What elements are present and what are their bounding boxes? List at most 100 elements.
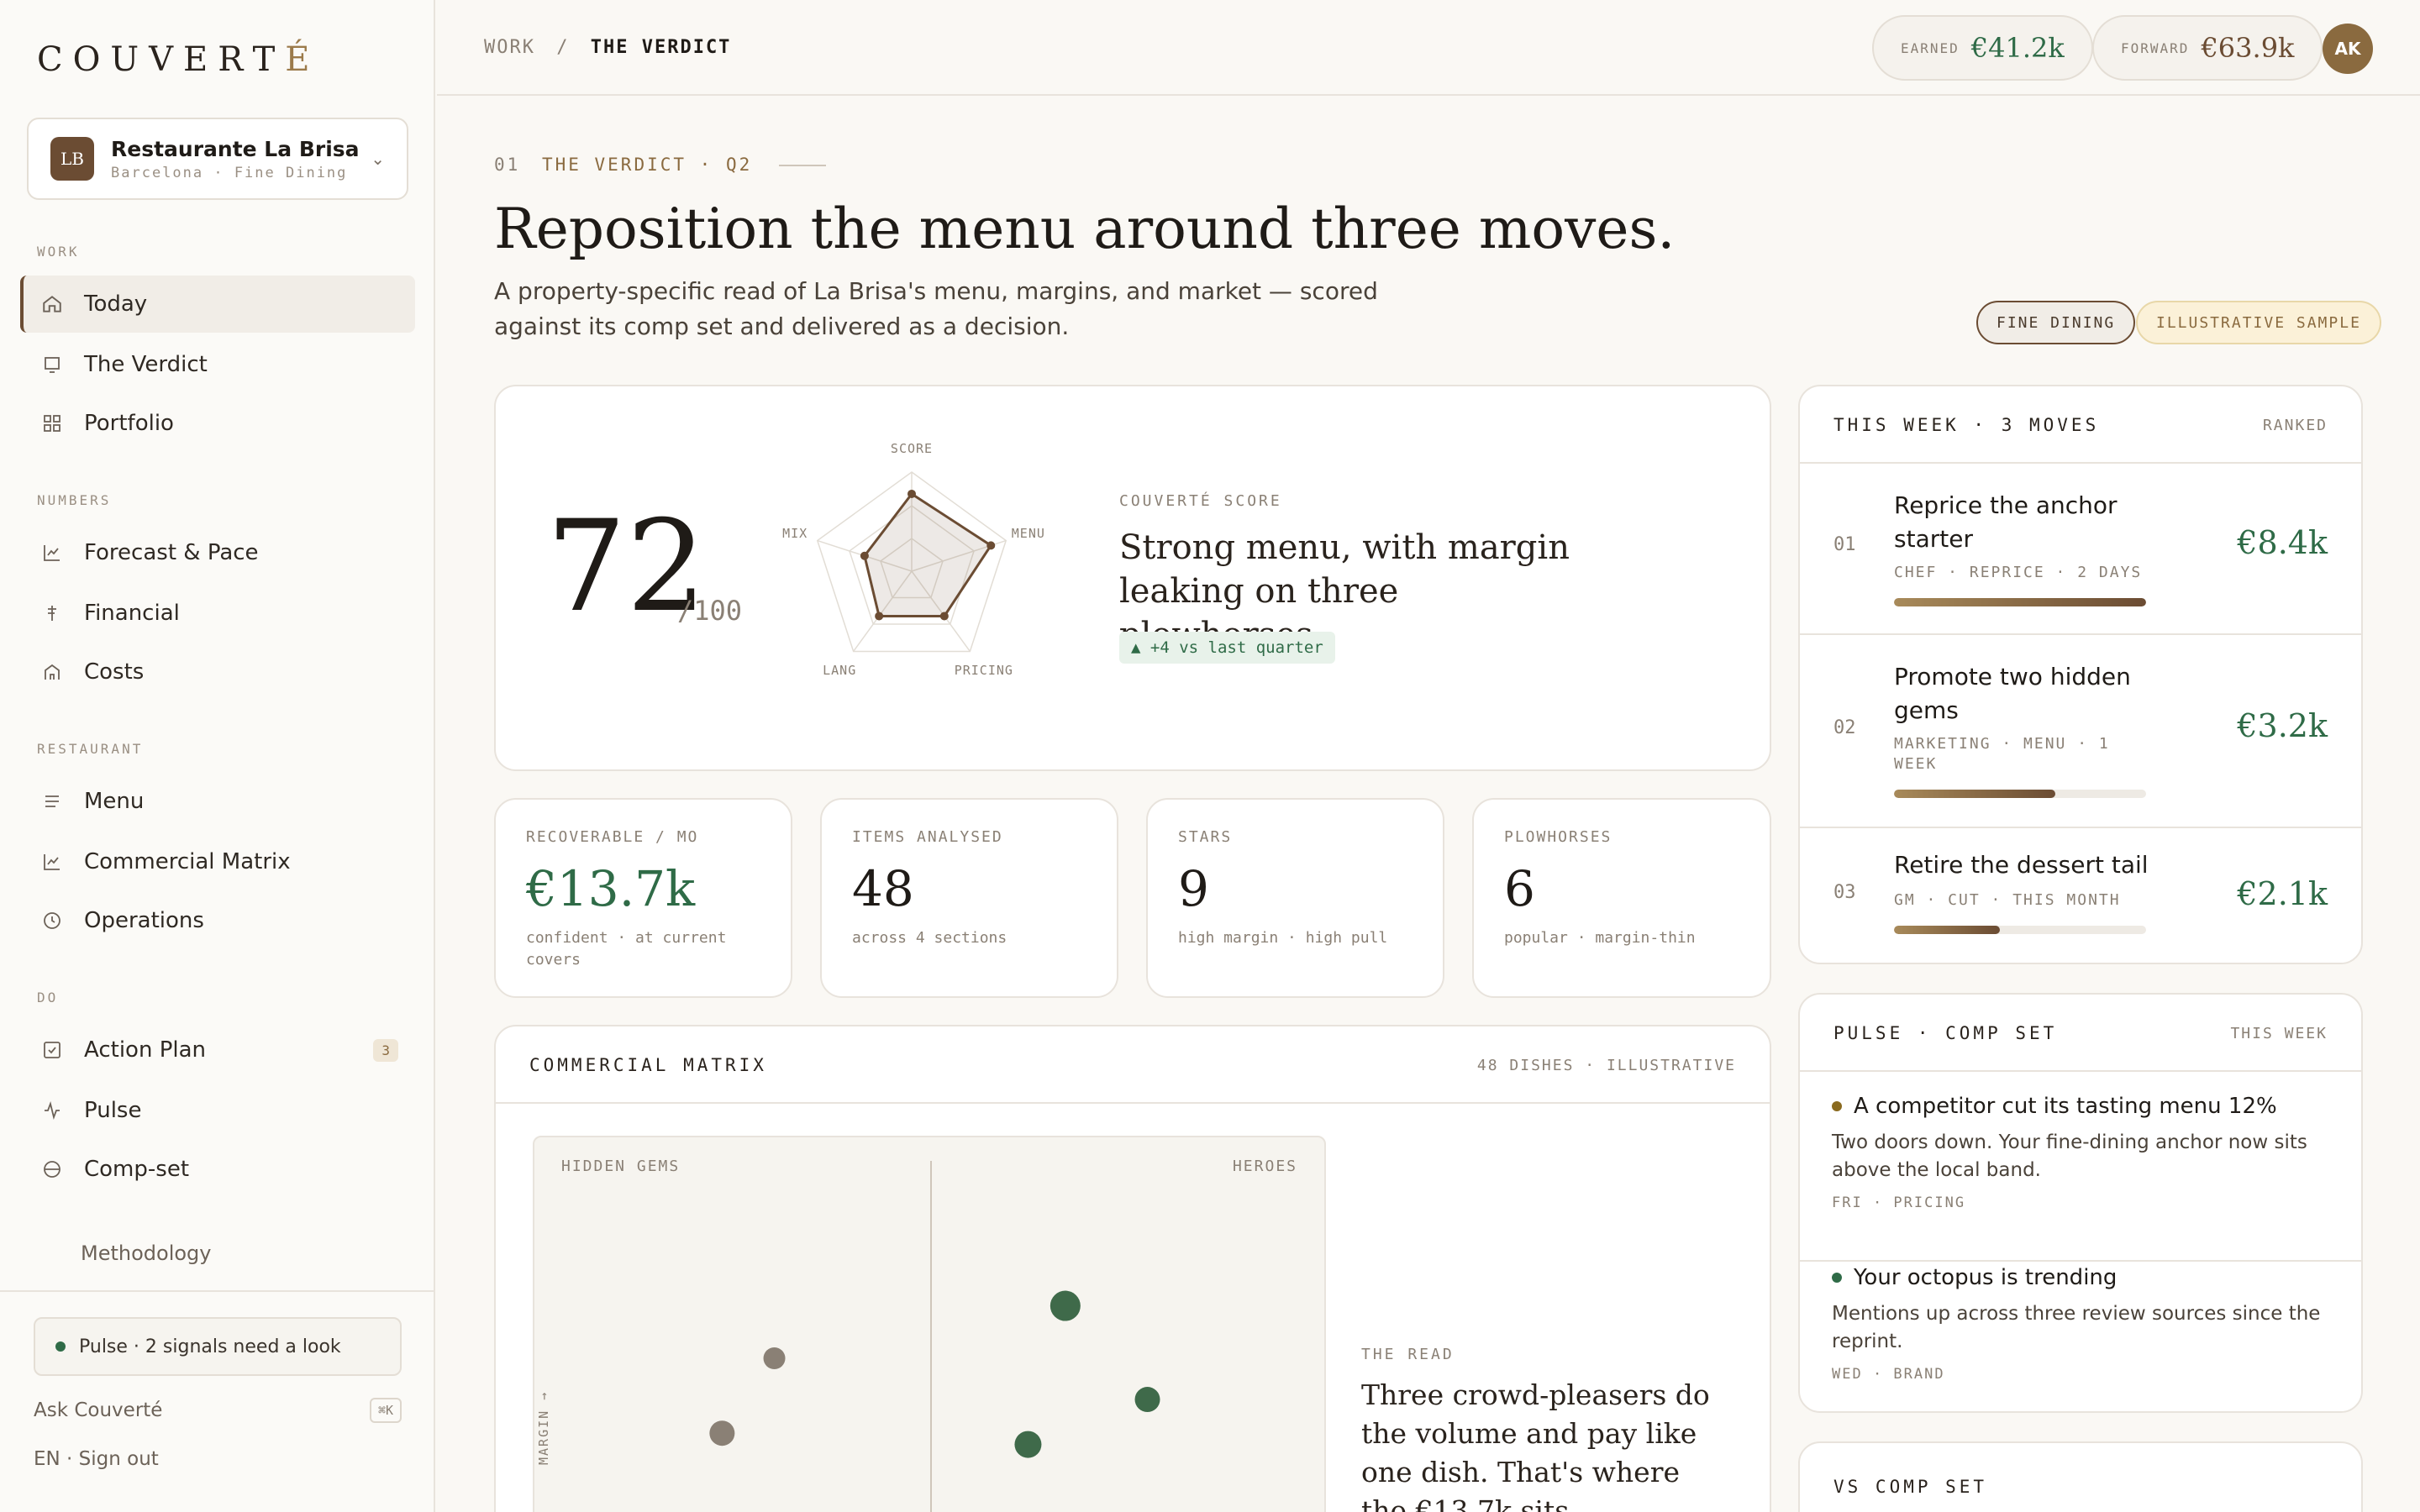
forward-value: €63.9k: [2201, 32, 2295, 64]
sidebar-item-label: Action Plan: [84, 1037, 207, 1063]
pulse-item[interactable]: A competitor cut its tasting menu 12% Tw…: [1800, 1094, 2361, 1262]
stat-subtitle: popular · margin-thin: [1504, 929, 1696, 947]
sidebar-item-label: The Verdict: [84, 352, 208, 377]
nav-section-numbers: NUMBERS: [37, 492, 112, 508]
sidebar-item-comp-set[interactable]: Comp-set: [20, 1141, 415, 1198]
eyebrow-number: 01: [494, 155, 521, 175]
forward-label: FORWARD: [2121, 39, 2190, 56]
sidebar-item-label: Portfolio: [84, 411, 174, 436]
matrix-title: COMMERCIAL MATRIX: [529, 1055, 767, 1075]
commercial-matrix-card: COMMERCIAL MATRIX 48 DISHES · ILLUSTRATI…: [494, 1025, 1771, 1512]
eyebrow-rule: [778, 165, 826, 166]
line-chart-icon: [40, 541, 64, 564]
sidebar-item-commercial-matrix[interactable]: Commercial Matrix: [20, 833, 415, 890]
currency-icon: [40, 601, 64, 625]
matrix-point-heroes-3[interactable]: [1014, 1431, 1042, 1458]
score-label: COUVERTÉ SCORE: [1119, 492, 1282, 510]
stat-label: ITEMS ANALYSED: [852, 828, 1003, 846]
sidebar-item-portfolio[interactable]: Portfolio: [20, 395, 415, 452]
ask-couverte[interactable]: Ask Couverté ⌘K: [34, 1398, 402, 1423]
sidebar-item-label: Financial: [84, 601, 180, 626]
pulse-alert[interactable]: Pulse · 2 signals need a look: [34, 1317, 402, 1376]
action-plan-badge: 3: [373, 1038, 398, 1062]
user-avatar[interactable]: AK: [2323, 24, 2373, 74]
earned-pill[interactable]: EARNED €41.2k: [1872, 15, 2093, 81]
matrix-point-heroes-2[interactable]: [1134, 1387, 1160, 1413]
move-progress-fill: [1894, 598, 2146, 606]
sidebar-item-operations[interactable]: Operations: [20, 892, 415, 949]
sidebar-item-menu[interactable]: Menu: [20, 773, 415, 830]
page-lede: A property-specific read of La Brisa's m…: [494, 277, 1378, 340]
pulse-item[interactable]: Your octopus is trending Mentions up acr…: [1800, 1265, 2361, 1408]
sidebar-item-methodology[interactable]: Methodology: [81, 1242, 211, 1265]
move-value: €2.1k: [2237, 875, 2328, 912]
sidebar-item-today[interactable]: Today: [20, 276, 415, 333]
breadcrumb-parent[interactable]: WORK: [484, 37, 535, 58]
pulse-item-heading: Your octopus is trending: [1832, 1265, 2329, 1290]
y-axis-label: MARGIN →: [536, 1390, 551, 1465]
restaurant-name: Restaurante La Brisa: [111, 136, 360, 161]
stat-card-items-analysed: ITEMS ANALYSED 48 across 4 sections: [820, 798, 1118, 998]
move-title: Reprice the anchor starter: [1894, 491, 2118, 553]
topbar: WORK / THE VERDICT EARNED €41.2k FORWARD…: [437, 0, 2420, 96]
radar-point-lang: [875, 612, 884, 621]
home-icon: [40, 292, 64, 316]
monitor-icon: [40, 353, 64, 376]
sidebar-item-label: Pulse: [84, 1098, 142, 1123]
sidebar-item-the-verdict[interactable]: The Verdict: [20, 336, 415, 393]
language-signout[interactable]: EN · Sign out: [34, 1448, 159, 1470]
score-card: 72 /100 SCORE MENU PRICING LANG MIX COUVERTÉ…: [494, 385, 1771, 771]
radar-point-pricing: [939, 612, 949, 621]
sidebar-divider: [0, 1290, 434, 1292]
stat-subtitle: high margin · high pull: [1178, 929, 1388, 947]
chevron-down-icon[interactable]: ⌄: [371, 149, 385, 169]
pulse-title: PULSE · COMP SET: [1833, 1023, 2058, 1043]
radar-point-menu: [986, 541, 996, 550]
sidebar-item-costs[interactable]: Costs: [20, 643, 415, 701]
stat-subtitle: across 4 sections: [852, 929, 1007, 947]
move-progress-bar: [1894, 790, 2146, 798]
sidebar-item-label: Operations: [84, 908, 204, 933]
stat-value: 9: [1178, 860, 1209, 917]
move-progress-bar: [1894, 926, 2146, 934]
radar-axis-label-lang: LANG: [823, 663, 856, 678]
forward-pill[interactable]: FORWARD €63.9k: [2092, 15, 2323, 81]
radar-axis-label-mix: MIX: [782, 526, 808, 541]
sidebar-item-pulse[interactable]: Pulse: [20, 1082, 415, 1139]
sidebar-item-financial[interactable]: Financial: [20, 585, 415, 642]
stat-label: STARS: [1178, 828, 1233, 846]
move-row[interactable]: 02 Promote two hidden gems MARKETING · M…: [1800, 635, 2361, 828]
moves-meta: RANKED: [2262, 417, 2328, 434]
building-icon: [40, 660, 64, 684]
circle-minus-icon: [40, 1158, 64, 1181]
pulse-header: PULSE · COMP SET THIS WEEK: [1800, 995, 2361, 1072]
tag-fine-dining[interactable]: FINE DINING: [1976, 301, 2136, 344]
pulse-item-title: Your octopus is trending: [1854, 1265, 2118, 1290]
stat-card-plowhorses: PLOWHORSES 6 popular · margin-thin: [1472, 798, 1771, 998]
app-logo[interactable]: COUVERTÉ: [37, 40, 320, 79]
pulse-alert-text: Pulse · 2 signals need a look: [79, 1336, 341, 1357]
move-row[interactable]: 01 Reprice the anchor starter CHEF · REP…: [1800, 464, 2361, 635]
matrix-point-hidden-gems-2[interactable]: [709, 1420, 735, 1446]
moves-header: THIS WEEK · 3 MOVES RANKED: [1800, 386, 2361, 464]
radar-axis-label-pricing: PRICING: [955, 663, 1013, 678]
matrix-point-hidden-gems-1[interactable]: [763, 1347, 786, 1369]
restaurant-avatar: LB: [50, 137, 94, 181]
restaurant-switcher[interactable]: LB Restaurante La Brisa Barcelona · Fine…: [27, 118, 408, 200]
moves-card: THIS WEEK · 3 MOVES RANKED 01 Reprice th…: [1798, 385, 2363, 964]
move-row[interactable]: 03 Retire the dessert tail GM · CUT · TH…: [1800, 828, 2361, 963]
tag-illustrative-sample[interactable]: ILLUSTRATIVE SAMPLE: [2136, 301, 2381, 344]
stat-subtitle: confident · at current covers: [526, 929, 727, 969]
sidebar-item-label: Today: [84, 291, 148, 317]
radar-axis-label-score: SCORE: [891, 441, 933, 456]
matrix-point-heroes-1[interactable]: [1050, 1290, 1081, 1321]
earned-label: EARNED: [1901, 39, 1960, 56]
sidebar-item-forecast-pace[interactable]: Forecast & Pace: [20, 524, 415, 581]
move-progress-fill: [1894, 926, 2000, 934]
move-meta: MARKETING · MENU · 1 WEEK: [1894, 735, 2110, 773]
radar-axis-label-menu: MENU: [1012, 526, 1045, 541]
moves-title: THIS WEEK · 3 MOVES: [1833, 415, 2100, 435]
sidebar-item-action-plan[interactable]: Action Plan 3: [20, 1021, 415, 1079]
ask-shortcut: ⌘K: [369, 1398, 402, 1423]
move-index: 02: [1833, 717, 1856, 738]
